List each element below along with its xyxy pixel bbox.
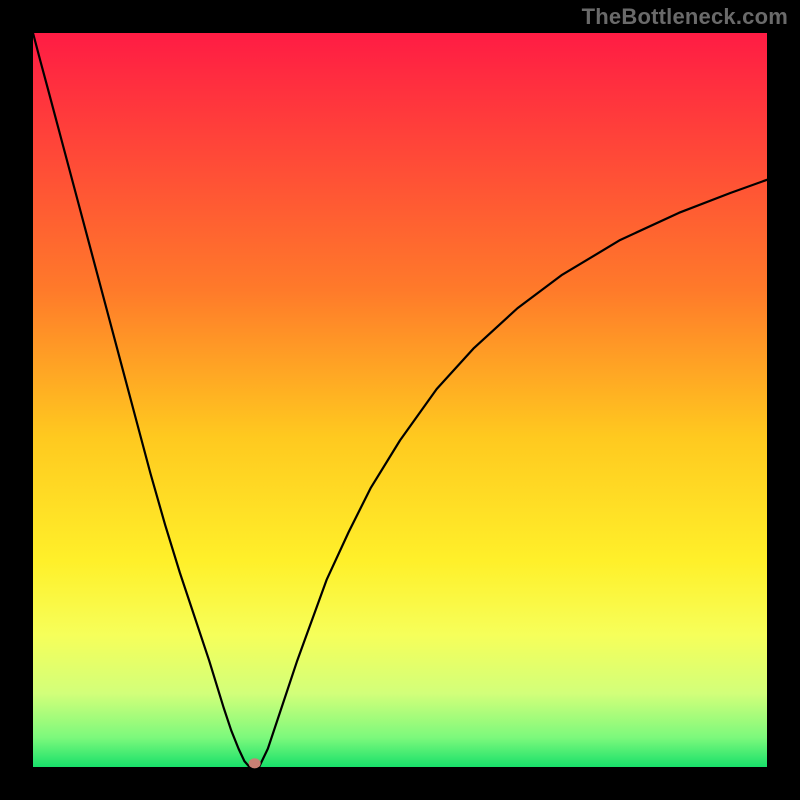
bottleneck-chart bbox=[0, 0, 800, 800]
watermark-text: TheBottleneck.com bbox=[582, 4, 788, 30]
optimal-marker bbox=[249, 758, 261, 768]
plot-area bbox=[33, 33, 767, 767]
